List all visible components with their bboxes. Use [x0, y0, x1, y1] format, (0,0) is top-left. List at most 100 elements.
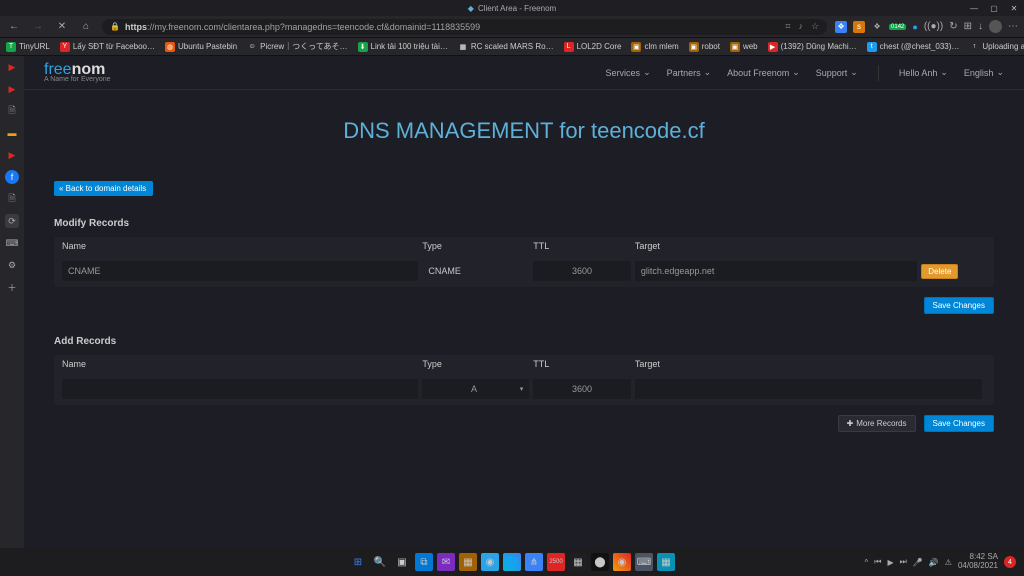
app-icon[interactable]: ▦	[569, 553, 587, 571]
save-changes-button[interactable]: Save Changes	[924, 415, 994, 432]
target-input[interactable]: glitch.edgeapp.net	[635, 261, 917, 281]
tray-prev-icon[interactable]: ⏮	[874, 557, 881, 567]
extensions-area: ❖ s ❖ 0142 ● ((●)) ↻ ⊞ ↓ ⋯	[835, 20, 1018, 33]
nav-about[interactable]: About Freenom ⌄	[727, 65, 800, 81]
sidebar-fb-icon[interactable]: f	[5, 170, 19, 184]
download-icon[interactable]: ↓	[978, 21, 983, 32]
collections-icon[interactable]: ⊞	[964, 21, 972, 32]
bookmark-item[interactable]: YLấy SĐT từ Faceboo…	[60, 42, 155, 52]
app-icon[interactable]: ⌨	[635, 553, 653, 571]
col-ttl: TTL	[533, 241, 635, 251]
ext-icon[interactable]: ((●))	[924, 21, 943, 32]
refresh-icon[interactable]: ↻	[949, 21, 957, 32]
ttl-input[interactable]: 3600	[533, 261, 631, 281]
more-records-button[interactable]: ✚More Records	[838, 415, 916, 432]
windows-taskbar: ⊞ 🔍 ▣ ⧉ ✉ ▦ ◉ 🌐 ⋔ 2500 ▦ ⬤ ◉ ⌨ ▦ ^ ⏮ ▶ ⏭…	[0, 548, 1024, 576]
tray-play-icon[interactable]: ▶	[887, 558, 893, 567]
more-icon[interactable]: ⋯	[1008, 21, 1018, 32]
sidebar-tab-icon[interactable]: ⟳	[5, 214, 19, 228]
nav-stop[interactable]: ✕	[54, 21, 70, 32]
target-input[interactable]	[635, 379, 982, 399]
ext-badge[interactable]: 0142	[889, 24, 906, 30]
nav-forward[interactable]: →	[30, 21, 46, 32]
bookmark-item[interactable]: ☺Picrew｜つくってあそ…	[247, 41, 347, 52]
nav-partners[interactable]: Partners ⌄	[667, 65, 712, 81]
bookmark-item[interactable]: ▶(1392) Dũng Machi…	[768, 42, 857, 52]
bookmark-item[interactable]: ▣web	[730, 42, 758, 52]
nav-language[interactable]: English ⌄	[964, 65, 1004, 81]
address-bar[interactable]: 🔒 https://my.freenom.com/clientarea.php?…	[102, 19, 827, 35]
bookmark-item[interactable]: ▦RC scaled MARS Ro…	[458, 42, 554, 52]
window-maximize[interactable]: ▢	[984, 0, 1004, 16]
qr-icon[interactable]: ⌗	[785, 21, 790, 32]
tray-chevron[interactable]: ^	[865, 558, 869, 567]
bookmark-item[interactable]: ▣clm mlem	[631, 42, 678, 52]
profile-icon[interactable]	[989, 20, 1002, 33]
bookmark-label: Picrew｜つくってあそ…	[260, 41, 347, 52]
app-icon[interactable]: ◉	[613, 553, 631, 571]
bookmark-icon: ◍	[165, 42, 175, 52]
bookmark-item[interactable]: ⬇Link tải 100 triệu tài…	[358, 42, 448, 52]
ext-icon[interactable]: ❖	[871, 21, 883, 33]
search-button[interactable]: 🔍	[371, 553, 389, 571]
audio-icon[interactable]: ♪	[798, 21, 803, 32]
app-icon[interactable]: ⋔	[525, 553, 543, 571]
ttl-input[interactable]: 3600	[533, 379, 631, 399]
tray-network-icon[interactable]: ⚠	[945, 558, 952, 567]
app-icon[interactable]: ⧉	[415, 553, 433, 571]
nav-support[interactable]: Support ⌄	[816, 65, 858, 81]
ext-icon[interactable]: s	[853, 21, 865, 33]
bookmark-item[interactable]: TTinyURL	[6, 42, 50, 52]
start-button[interactable]: ⊞	[349, 553, 367, 571]
app-icon[interactable]: 2500	[547, 553, 565, 571]
window-minimize[interactable]: —	[964, 0, 984, 16]
tray-volume-icon[interactable]: 🔊	[929, 558, 939, 567]
app-icon[interactable]: ⬤	[591, 553, 609, 571]
chevron-down-icon: ⌄	[792, 67, 800, 78]
favorite-icon[interactable]: ☆	[811, 21, 819, 32]
bookmark-label: Link tải 100 triệu tài…	[371, 42, 448, 51]
window-close[interactable]: ✕	[1004, 0, 1024, 16]
sidebar-tab-icon[interactable]: ▶	[5, 60, 19, 74]
nav-user[interactable]: Hello Anh ⌄	[899, 65, 948, 81]
tray-next-icon[interactable]: ⏭	[900, 557, 907, 567]
plus-icon: ✚	[847, 419, 854, 428]
sidebar-key-icon[interactable]: ⌨	[5, 236, 19, 250]
nav-home[interactable]: ⌂	[78, 21, 94, 32]
ext-icon[interactable]: ●	[912, 22, 917, 32]
sidebar-tab-icon[interactable]: ▶	[5, 148, 19, 162]
bookmark-icon: ↑	[969, 42, 979, 52]
sidebar-doc-icon[interactable]: 🗎	[5, 192, 19, 206]
bookmark-item[interactable]: ◍Ubuntu Pastebin	[165, 42, 237, 52]
bookmark-item[interactable]: LLOL2D Core	[564, 42, 622, 52]
sidebar-settings-icon[interactable]: ⚙	[5, 258, 19, 272]
name-input[interactable]: CNAME	[62, 261, 418, 281]
sidebar-add-icon[interactable]: ＋	[5, 280, 19, 294]
nav-back[interactable]: ←	[6, 21, 22, 32]
app-icon[interactable]: ✉	[437, 553, 455, 571]
sidebar-chart-icon[interactable]: ▬	[5, 126, 19, 140]
tray-mic-icon[interactable]: 🎤	[913, 558, 923, 567]
back-to-domain-button[interactable]: « Back to domain details	[54, 181, 153, 196]
bookmark-item[interactable]: ▣robot	[689, 42, 720, 52]
app-icon[interactable]: ▦	[459, 553, 477, 571]
bookmark-item[interactable]: ↑Uploading a whole…	[969, 42, 1024, 52]
app-icon[interactable]: ◉	[481, 553, 499, 571]
taskview-button[interactable]: ▣	[393, 553, 411, 571]
tray-clock[interactable]: 8:42 SA 04/08/2021	[958, 553, 998, 571]
save-changes-button[interactable]: Save Changes	[924, 297, 994, 314]
sidebar-tab-icon[interactable]: ▶	[5, 82, 19, 96]
ext-icon[interactable]: ❖	[835, 21, 847, 33]
bookmark-item[interactable]: tchest (@chest_033)…	[867, 42, 960, 52]
tray-notifications[interactable]: 4	[1004, 556, 1016, 568]
name-input[interactable]	[62, 379, 418, 399]
nav-services[interactable]: Services ⌄	[606, 65, 651, 81]
app-icon[interactable]: 🌐	[503, 553, 521, 571]
logo[interactable]: freenom A Name for Everyone	[44, 62, 111, 83]
delete-button[interactable]: Delete	[921, 264, 958, 279]
bookmark-icon: ▶	[768, 42, 778, 52]
type-select[interactable]: A▾	[422, 379, 529, 399]
bookmark-label: web	[743, 42, 758, 51]
sidebar-doc-icon[interactable]: 🗎	[5, 104, 19, 118]
app-icon[interactable]: ▦	[657, 553, 675, 571]
